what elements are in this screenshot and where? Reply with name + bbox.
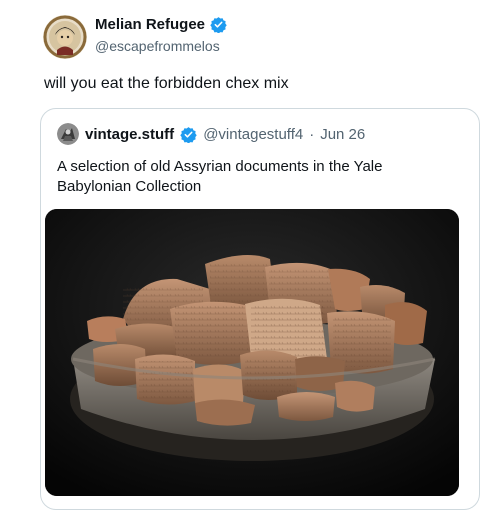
quoted-author-name[interactable]: vintage.stuff <box>85 126 174 143</box>
post-text: will you eat the forbidden chex mix <box>44 75 289 92</box>
quoted-author-handle[interactable]: @vintagestuff4 <box>203 126 303 143</box>
verified-badge-icon <box>210 17 227 33</box>
quoted-text: A selection of old Assyrian documents in… <box>57 158 383 195</box>
separator-dot: · <box>309 125 315 143</box>
tweet-card: Melian Refugee @escapefrommelos will you… <box>0 0 494 512</box>
avatar-image <box>57 123 79 145</box>
quoted-tweet[interactable]: vintage.stuff @vintagestuff4 · Jun 26 A … <box>40 108 480 510</box>
quoted-author-avatar[interactable] <box>57 123 79 145</box>
quoted-media-photo[interactable] <box>45 209 459 496</box>
author-avatar[interactable] <box>43 15 87 59</box>
quoted-date[interactable]: Jun 26 <box>320 126 365 143</box>
author-name[interactable]: Melian Refugee <box>95 16 227 33</box>
author-handle[interactable]: @escapefrommelos <box>95 38 220 54</box>
avatar-image <box>43 15 87 59</box>
quoted-tweet-header: vintage.stuff @vintagestuff4 · Jun 26 <box>57 123 365 145</box>
verified-badge-icon <box>180 126 197 143</box>
author-name-text: Melian Refugee <box>95 16 206 33</box>
tablets-in-bowl-image <box>45 209 459 496</box>
